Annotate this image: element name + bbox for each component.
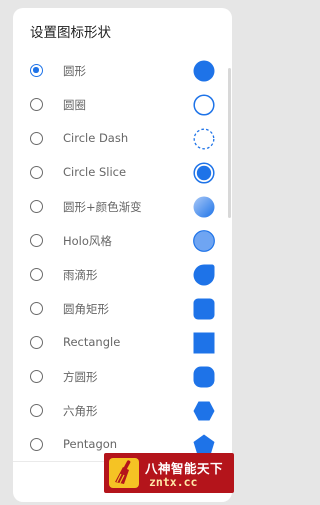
radio-button[interactable] [30,132,43,145]
option-label: 方圆形 [63,370,98,384]
option-label: Circle Slice [63,165,127,179]
scrollbar[interactable] [228,68,231,218]
option-row-gradient[interactable]: 圆形+颜色渐变 [13,191,232,225]
radio-button[interactable] [30,336,43,349]
option-label: 圆角矩形 [63,302,109,316]
radio-button[interactable] [30,166,43,179]
option-row-ring[interactable]: 圆圈 [13,89,232,123]
radio-button[interactable] [30,234,43,247]
option-label: 六角形 [63,404,98,418]
raindrop-icon [193,264,215,286]
option-label: Rectangle [63,335,121,349]
option-label: Pentagon [63,437,118,451]
ring-icon [193,94,215,116]
dashed-circle-icon [193,128,215,150]
watermark-url: zntx.cc [149,475,198,489]
radio-button[interactable] [30,404,43,417]
gradient-circle-icon [193,196,215,218]
radio-button[interactable] [30,302,43,315]
option-row-raindrop[interactable]: 雨滴形 [13,259,232,293]
shape-dialog: 设置图标形状 圆形 圆圈 Circle Dash Circle Slice 圆形… [13,8,232,502]
filled-circle-icon [193,60,215,82]
option-list: 圆形 圆圈 Circle Dash Circle Slice 圆形+颜色渐变 H… [13,55,232,458]
radio-button[interactable] [30,98,43,111]
option-label: Holo风格 [63,234,112,248]
radio-button-selected[interactable] [30,64,43,77]
watermark: 八神智能天下 zntx.cc [104,453,234,493]
rounded-rect-icon [193,298,215,320]
option-label: 圆形+颜色渐变 [63,200,142,214]
option-row-rectangle[interactable]: Rectangle [13,327,232,361]
option-row-circle-slice[interactable]: Circle Slice [13,157,232,191]
squircle-icon [193,366,215,388]
broom-logo-icon [109,458,139,488]
circle-slice-icon [193,162,215,184]
radio-button[interactable] [30,438,43,451]
square-icon [193,332,215,354]
option-label: Circle Dash [63,131,129,145]
option-row-rounded-rect[interactable]: 圆角矩形 [13,293,232,327]
holo-circle-icon [193,230,215,252]
option-row-squircle[interactable]: 方圆形 [13,361,232,395]
dialog-title: 设置图标形状 [30,25,111,41]
option-row-hexagon[interactable]: 六角形 [13,395,232,429]
radio-button[interactable] [30,370,43,383]
radio-button[interactable] [30,200,43,213]
radio-button[interactable] [30,268,43,281]
option-row-circle[interactable]: 圆形 [13,55,232,89]
option-label: 圆圈 [63,98,86,112]
hexagon-icon [193,401,215,421]
option-label: 圆形 [63,64,86,78]
option-row-circle-dash[interactable]: Circle Dash [13,123,232,157]
option-label: 雨滴形 [63,268,98,282]
option-row-holo[interactable]: Holo风格 [13,225,232,259]
